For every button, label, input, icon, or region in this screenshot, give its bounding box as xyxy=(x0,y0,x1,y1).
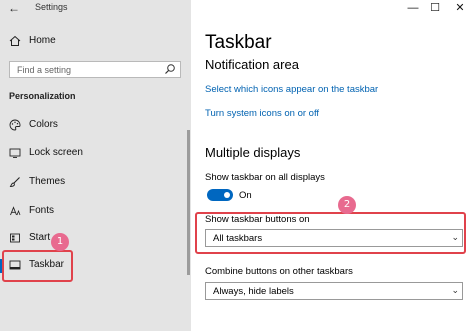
toggle-state-label: On xyxy=(239,190,252,201)
sidebar-scrollbar[interactable] xyxy=(187,130,190,275)
sidebar-item-label: Themes xyxy=(29,176,66,187)
sidebar-item-colors[interactable]: Colors xyxy=(0,116,191,136)
home-icon xyxy=(9,35,21,47)
sidebar-item-label: Start xyxy=(29,232,51,243)
sidebar-item-fonts[interactable]: Fonts xyxy=(0,202,191,222)
font-icon xyxy=(9,205,21,217)
dropdown-value: Always, hide labels xyxy=(213,286,294,297)
sidebar-item-home[interactable]: Home xyxy=(0,32,191,52)
combine-buttons-dropdown[interactable]: Always, hide labels ⌄ xyxy=(205,282,463,300)
select-icons-link[interactable]: Select which icons appear on the taskbar xyxy=(205,84,378,95)
sidebar-item-start[interactable]: Start xyxy=(0,229,191,249)
step-badge-1: 1 xyxy=(51,233,69,251)
sidebar-item-label: Lock screen xyxy=(29,147,83,158)
show-all-displays-label: Show taskbar on all displays xyxy=(205,172,325,183)
back-arrow-icon[interactable]: ← xyxy=(6,1,22,15)
title-bar: ← Settings — ☐ ✕ xyxy=(0,0,474,16)
lock-screen-icon xyxy=(9,147,21,159)
search-icon[interactable] xyxy=(164,63,176,78)
show-buttons-highlight-box xyxy=(195,212,466,254)
system-icons-link[interactable]: Turn system icons on or off xyxy=(205,108,319,119)
sidebar-item-themes[interactable]: Themes xyxy=(0,173,191,193)
page-title: Taskbar xyxy=(205,32,272,53)
multiple-displays-heading: Multiple displays xyxy=(205,145,301,160)
sidebar-item-label: Colors xyxy=(29,119,58,130)
app-title: Settings xyxy=(35,2,68,12)
step-badge-2: 2 xyxy=(338,196,356,214)
section-title: Personalization xyxy=(9,91,76,101)
start-icon xyxy=(9,232,21,244)
sidebar-item-label: Home xyxy=(29,35,56,46)
sidebar-item-label: Fonts xyxy=(29,205,55,216)
maximize-icon[interactable]: ☐ xyxy=(422,0,448,16)
search-input[interactable]: Find a setting xyxy=(9,61,181,78)
taskbar-highlight-box xyxy=(2,250,73,282)
close-icon[interactable]: ✕ xyxy=(447,0,473,16)
notification-area-heading: Notification area xyxy=(205,57,299,72)
sidebar-item-lock-screen[interactable]: Lock screen xyxy=(0,144,191,164)
show-all-displays-toggle[interactable] xyxy=(207,189,233,201)
palette-icon xyxy=(9,119,21,131)
chevron-down-icon: ⌄ xyxy=(451,285,459,295)
brush-icon xyxy=(9,176,21,188)
search-placeholder: Find a setting xyxy=(17,65,72,75)
toggle-knob xyxy=(224,192,230,198)
combine-buttons-label: Combine buttons on other taskbars xyxy=(205,266,353,277)
content-pane: Taskbar Notification area Select which i… xyxy=(191,0,474,331)
